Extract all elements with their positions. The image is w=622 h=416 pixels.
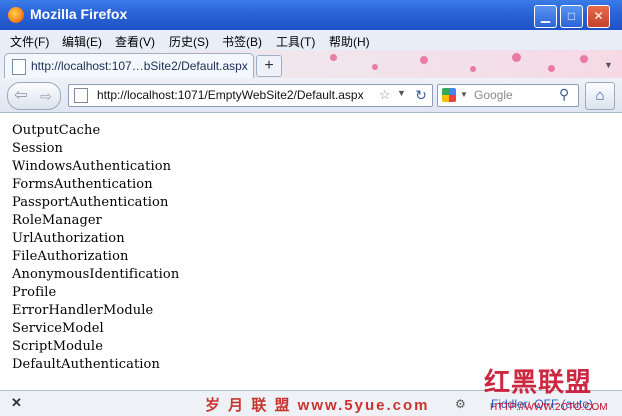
module-line: ScriptModule — [12, 339, 103, 354]
menu-tools[interactable]: 工具(T) — [276, 33, 315, 50]
google-engine-icon[interactable] — [442, 88, 456, 102]
blossom-decoration — [512, 53, 521, 62]
search-bar[interactable]: ▼ Google ⚲ — [437, 84, 579, 107]
fiddler-icon[interactable]: ⚙ — [455, 397, 466, 411]
watermark-logo: 红黑联盟 — [484, 368, 593, 398]
watermark-text: 岁 月 联 盟 www.5yue.com — [205, 397, 430, 414]
module-line: ServiceModel — [12, 321, 104, 336]
menu-help[interactable]: 帮助(H) — [329, 33, 370, 50]
blossom-decoration — [330, 54, 337, 61]
menu-view[interactable]: 查看(V) — [115, 33, 155, 50]
menu-file[interactable]: 文件(F) — [10, 33, 49, 50]
blossom-decoration — [548, 65, 555, 72]
module-line: FormsAuthentication — [12, 177, 153, 192]
close-window-button[interactable]: ✕ — [587, 5, 610, 28]
module-line: UrlAuthorization — [12, 231, 125, 246]
module-line: OutputCache — [12, 123, 101, 138]
forward-button[interactable]: ⇨ — [35, 84, 57, 108]
navigation-toolbar: ⇦ ⇨ http://localhost:1071/EmptyWebSite2/… — [0, 78, 622, 113]
minimize-button[interactable]: ▁ — [534, 5, 557, 28]
tab-title: http://localhost:107…bSite2/Default.aspx — [31, 59, 248, 73]
module-line: FileAuthorization — [12, 249, 129, 264]
close-addon-bar-icon[interactable]: ✕ — [11, 395, 22, 411]
watermark-url: HTTP://WWW.2CTO.COM — [490, 402, 608, 413]
firefox-logo-icon — [8, 7, 24, 23]
module-line: AnonymousIdentification — [12, 267, 180, 282]
blossom-decoration — [372, 64, 378, 70]
module-line: RoleManager — [12, 213, 102, 228]
bookmark-star-icon[interactable]: ☆ — [379, 87, 391, 103]
menu-history[interactable]: 历史(S) — [169, 33, 209, 50]
blossom-decoration — [580, 55, 588, 63]
reload-button[interactable]: ↻ — [413, 86, 429, 104]
site-identity-icon[interactable] — [74, 88, 88, 103]
title-bar[interactable]: Mozilla Firefox ▁ □ ✕ — [0, 0, 622, 30]
active-tab[interactable]: http://localhost:107…bSite2/Default.aspx — [4, 53, 254, 79]
search-input[interactable]: Google — [474, 88, 513, 102]
page-icon — [12, 59, 26, 75]
new-tab-button[interactable]: + — [256, 55, 282, 77]
search-magnifier-icon[interactable]: ⚲ — [559, 86, 569, 103]
url-history-dropdown-icon[interactable]: ▼ — [397, 88, 406, 98]
url-text[interactable]: http://localhost:1071/EmptyWebSite2/Defa… — [97, 88, 364, 102]
url-bar[interactable]: http://localhost:1071/EmptyWebSite2/Defa… — [68, 84, 433, 107]
menu-edit[interactable]: 编辑(E) — [62, 33, 102, 50]
blossom-decoration — [420, 56, 428, 64]
engine-dropdown-icon[interactable]: ▼ — [460, 90, 468, 99]
module-line: WindowsAuthentication — [12, 159, 172, 174]
tab-list-arrow-icon[interactable]: ▼ — [604, 60, 613, 70]
menu-bookmarks[interactable]: 书签(B) — [222, 33, 262, 50]
page-content: OutputCache Session WindowsAuthenticatio… — [0, 113, 622, 390]
tab-strip: http://localhost:107…bSite2/Default.aspx… — [0, 50, 622, 79]
window-title: Mozilla Firefox — [30, 6, 128, 22]
menu-bar: 文件(F) 编辑(E) 查看(V) 历史(S) 书签(B) 工具(T) 帮助(H… — [0, 30, 622, 50]
module-line: PassportAuthentication — [12, 195, 169, 210]
back-button[interactable]: ⇦ — [9, 84, 33, 108]
module-line: Profile — [12, 285, 57, 300]
maximize-button[interactable]: □ — [560, 5, 583, 28]
blossom-decoration — [470, 66, 476, 72]
module-line: DefaultAuthentication — [12, 357, 160, 372]
back-forward-group: ⇦ ⇨ — [7, 82, 61, 110]
module-line: Session — [12, 141, 63, 156]
home-button[interactable]: ⌂ — [585, 82, 615, 110]
module-line: ErrorHandlerModule — [12, 303, 154, 318]
